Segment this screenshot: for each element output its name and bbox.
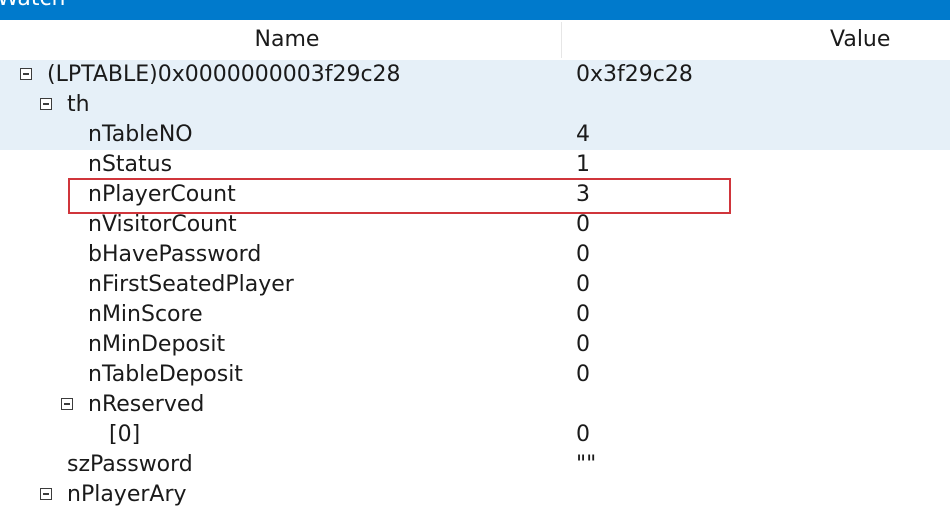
row-value: 0 bbox=[576, 302, 590, 327]
tree-row-nfirstseatedplayer[interactable]: nFirstSeatedPlayer 0 bbox=[0, 270, 950, 300]
row-name: nStatus bbox=[88, 152, 173, 177]
tree-row-nminscore[interactable]: nMinScore 0 bbox=[0, 300, 950, 330]
tree-row-root[interactable]: (LPTABLE)0x0000000003f29c28 0x3f29c28 bbox=[0, 60, 950, 90]
row-value: "" bbox=[576, 452, 597, 477]
row-name: th bbox=[67, 92, 90, 117]
row-value: 0 bbox=[576, 422, 590, 447]
collapse-toggle-icon[interactable] bbox=[40, 488, 52, 500]
row-name: nTableDeposit bbox=[88, 362, 243, 387]
column-header: Name Value bbox=[0, 20, 950, 60]
name-column-header[interactable]: Name bbox=[0, 20, 560, 60]
row-name: (LPTABLE)0x0000000003f29c28 bbox=[47, 62, 401, 87]
row-name: szPassword bbox=[67, 452, 193, 477]
row-name: nFirstSeatedPlayer bbox=[88, 272, 294, 297]
row-name: nPlayerCount bbox=[88, 182, 236, 207]
tree-row-th[interactable]: th bbox=[0, 90, 950, 120]
collapse-toggle-icon[interactable] bbox=[61, 398, 73, 410]
row-name: nReserved bbox=[88, 392, 205, 417]
tree-row-ntabledeposit[interactable]: nTableDeposit 0 bbox=[0, 360, 950, 390]
tree-row-nvisitorcount[interactable]: nVisitorCount 0 bbox=[0, 210, 950, 240]
row-value: 0 bbox=[576, 242, 590, 267]
tree-row-ntableno[interactable]: nTableNO 4 bbox=[0, 120, 950, 150]
row-value: 0 bbox=[576, 362, 590, 387]
row-name: nMinDeposit bbox=[88, 332, 226, 357]
row-name: nVisitorCount bbox=[88, 212, 237, 237]
row-value: 0x3f29c28 bbox=[576, 62, 693, 87]
tree-row-szpassword[interactable]: szPassword "" bbox=[0, 450, 950, 480]
watch-window-titlebar: Watch bbox=[0, 0, 950, 20]
value-column-header[interactable]: Value bbox=[562, 20, 950, 60]
row-value: 0 bbox=[576, 212, 590, 237]
collapse-toggle-icon[interactable] bbox=[40, 98, 52, 110]
tree-row-nreserved[interactable]: nReserved bbox=[0, 390, 950, 420]
tree-row-nplayercount[interactable]: nPlayerCount 3 bbox=[0, 180, 950, 210]
tree-row-nreserved-0[interactable]: [0] 0 bbox=[0, 420, 950, 450]
tree-row-nstatus[interactable]: nStatus 1 bbox=[0, 150, 950, 180]
tree-row-bhavepassword[interactable]: bHavePassword 0 bbox=[0, 240, 950, 270]
row-name: nMinScore bbox=[88, 302, 203, 327]
row-value: 1 bbox=[576, 152, 590, 177]
watch-tree: (LPTABLE)0x0000000003f29c28 0x3f29c28 th… bbox=[0, 60, 950, 510]
row-value: 0 bbox=[576, 332, 590, 357]
row-value: 0 bbox=[576, 272, 590, 297]
row-name: nPlayerAry bbox=[67, 482, 187, 507]
row-value: 3 bbox=[576, 182, 590, 207]
collapse-toggle-icon[interactable] bbox=[20, 68, 32, 80]
tree-row-nmindeposit[interactable]: nMinDeposit 0 bbox=[0, 330, 950, 360]
tree-row-nplayerary[interactable]: nPlayerAry bbox=[0, 480, 950, 510]
row-name: [0] bbox=[109, 422, 141, 447]
row-name: nTableNO bbox=[88, 122, 193, 147]
row-name: bHavePassword bbox=[88, 242, 262, 267]
row-value: 4 bbox=[576, 122, 590, 147]
window-title: Watch bbox=[0, 0, 66, 11]
